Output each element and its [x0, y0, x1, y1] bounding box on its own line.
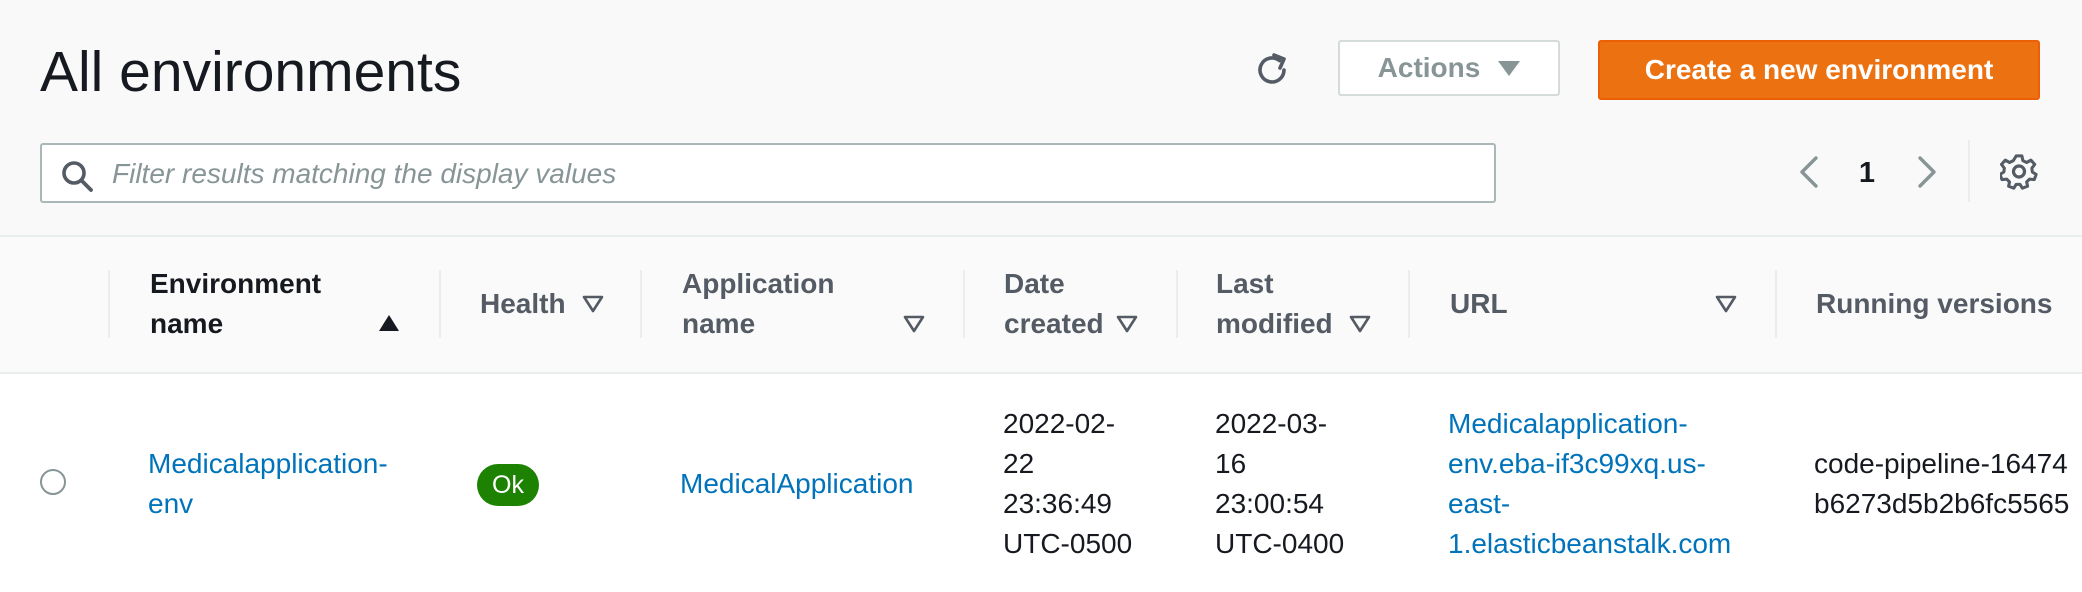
cell-line: 22	[1003, 448, 1035, 479]
search-box	[40, 143, 1496, 203]
last-modified-cell: 2022-03- 16 23:00:54 UTC-0400	[1215, 404, 1344, 564]
cell-line: Medicalapplication-	[1448, 408, 1688, 439]
cell-line: 2022-03-	[1215, 408, 1328, 439]
column-header-running-versions[interactable]: Running versions	[1816, 284, 2052, 324]
cell-line: 16	[1215, 448, 1247, 479]
row-select-radio[interactable]	[40, 469, 66, 495]
sort-outline-icon[interactable]	[582, 295, 604, 313]
cell-line: 1.elasticbeanstalk.com	[1448, 528, 1732, 559]
sort-outline-icon[interactable]	[1349, 315, 1371, 333]
health-status-badge: Ok	[477, 464, 539, 506]
column-header-line: Last	[1216, 268, 1274, 299]
chevron-left-icon[interactable]	[1794, 154, 1824, 190]
column-divider	[1408, 270, 1410, 338]
environment-url-link[interactable]: Medicalapplication- env.eba-if3c99xq.us-…	[1448, 404, 1731, 564]
column-header-date-created[interactable]: Date created	[1004, 264, 1104, 344]
environment-name-link[interactable]: Medicalapplication- env	[148, 444, 388, 524]
cell-line: Medicalapplication-	[148, 448, 388, 479]
create-environment-button[interactable]: Create a new environment	[1598, 40, 2040, 100]
column-header-line: Environment	[150, 268, 322, 299]
refresh-icon[interactable]	[1252, 50, 1292, 90]
column-header-health[interactable]: Health	[480, 284, 566, 324]
column-divider	[439, 270, 441, 338]
date-created-cell: 2022-02- 22 23:36:49 UTC-0500	[1003, 404, 1132, 564]
column-header-line: name	[682, 308, 756, 339]
table-header-divider	[0, 372, 2082, 374]
column-header-url[interactable]: URL	[1450, 284, 1508, 324]
cell-line: UTC-0400	[1215, 528, 1345, 559]
cell-line: 23:36:49	[1003, 488, 1112, 519]
search-icon	[62, 161, 93, 192]
column-header-line: Application	[682, 268, 835, 299]
gear-icon[interactable]	[2000, 154, 2038, 192]
column-divider	[963, 270, 965, 338]
actions-button[interactable]: Actions	[1338, 40, 1560, 96]
page-number[interactable]: 1	[1852, 154, 1882, 192]
column-header-environment-name[interactable]: Environment name	[150, 264, 321, 344]
search-input[interactable]	[110, 151, 1484, 197]
running-versions-cell: code-pipeline-16474 b6273d5b2b6fc5565	[1814, 444, 2082, 524]
sort-outline-icon[interactable]	[1116, 315, 1138, 333]
cell-line: env	[148, 488, 194, 519]
column-divider	[1775, 270, 1777, 338]
cell-line: code-pipeline-16474	[1814, 448, 2068, 479]
column-header-line: created	[1004, 308, 1104, 339]
chevron-right-icon[interactable]	[1912, 154, 1942, 190]
cell-line: 23:00:54	[1215, 488, 1324, 519]
column-header-line: name	[150, 308, 224, 339]
actions-button-label: Actions	[1377, 52, 1481, 83]
sort-outline-icon[interactable]	[1715, 295, 1737, 313]
sort-ascending-icon[interactable]	[378, 314, 400, 332]
column-header-application-name[interactable]: Application name	[682, 264, 834, 344]
application-name-link[interactable]: MedicalApplication	[680, 464, 913, 504]
page-title: All environments	[40, 40, 462, 104]
column-divider	[108, 270, 110, 338]
cell-line: 2022-02-	[1003, 408, 1116, 439]
cell-line: UTC-0500	[1003, 528, 1133, 559]
pager-divider	[1968, 140, 1970, 202]
caret-down-icon	[1498, 60, 1521, 76]
cell-line: b6273d5b2b6fc5565	[1814, 488, 2070, 519]
column-divider	[640, 270, 642, 338]
cell-line: env.eba-if3c99xq.us-	[1448, 448, 1706, 479]
column-header-last-modified[interactable]: Last modified	[1216, 264, 1333, 344]
sort-outline-icon[interactable]	[903, 315, 925, 333]
column-header-line: Date	[1004, 268, 1065, 299]
column-divider	[1176, 270, 1178, 338]
cell-line: east-	[1448, 488, 1511, 519]
column-header-line: modified	[1216, 308, 1333, 339]
